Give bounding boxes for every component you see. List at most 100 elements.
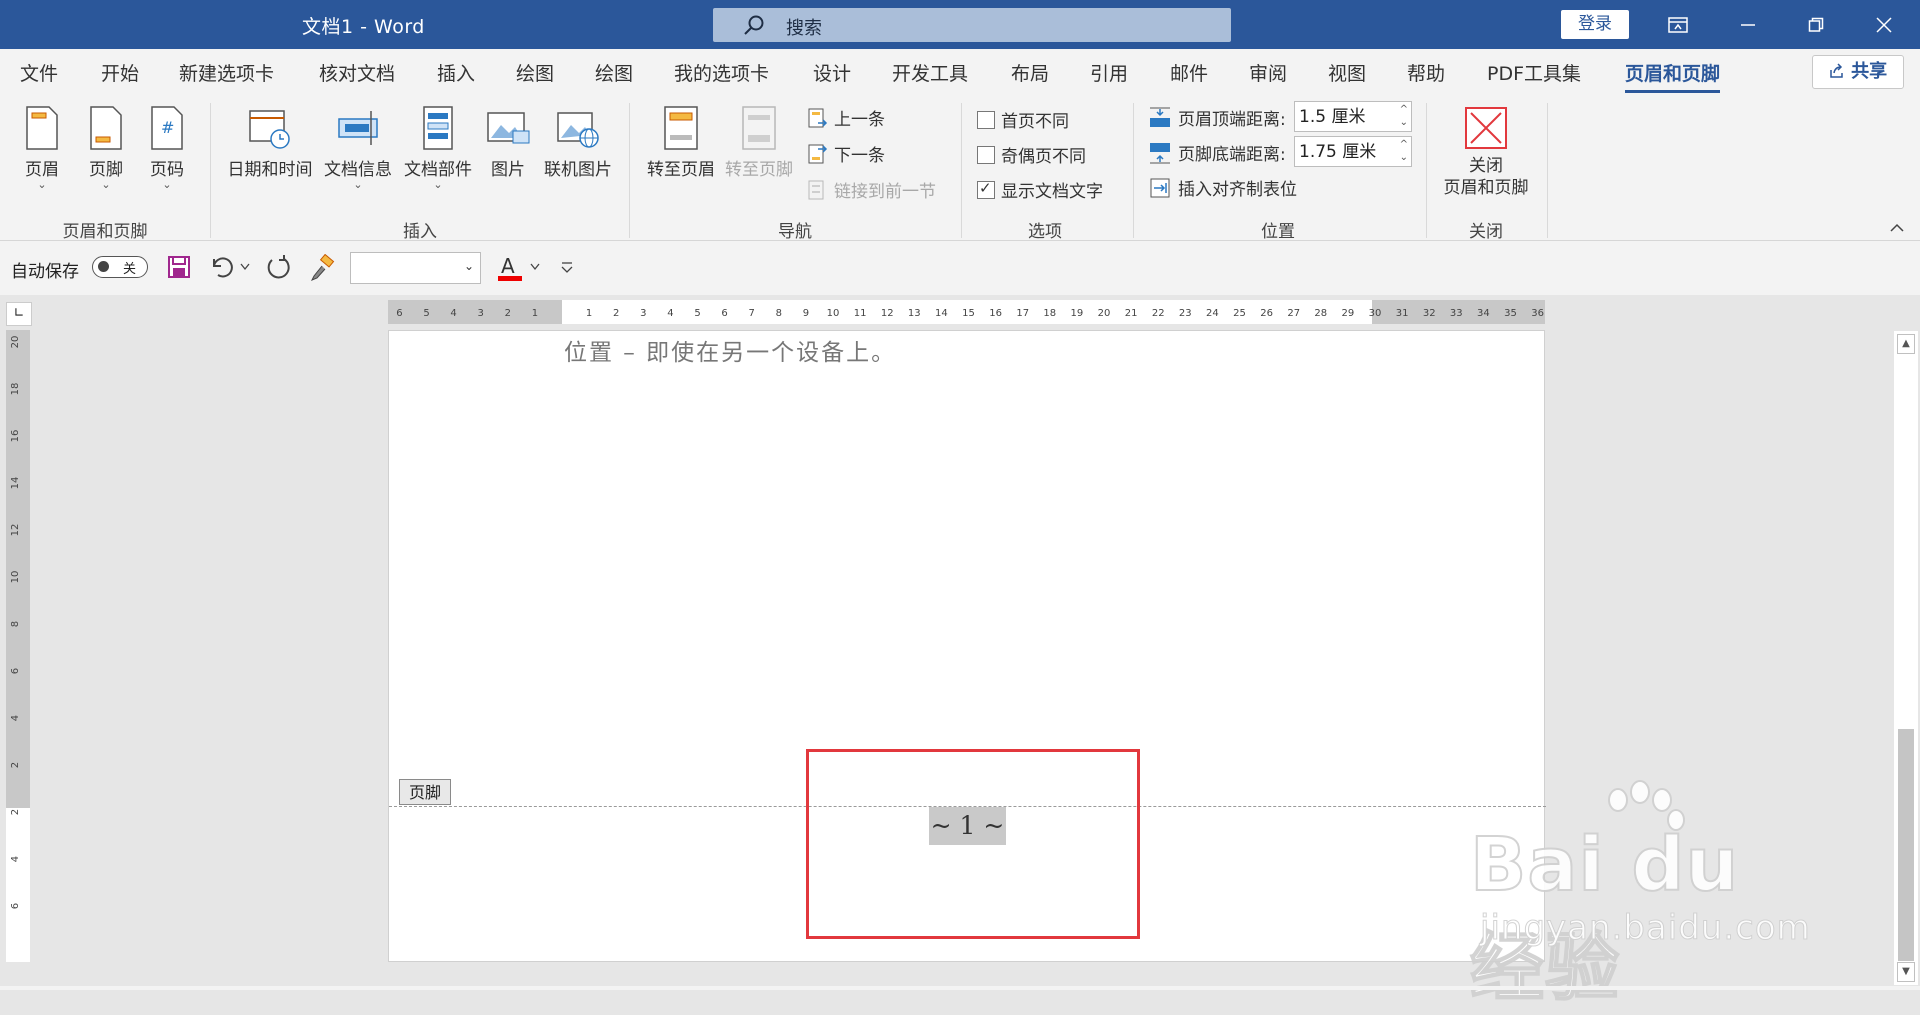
ruler-label: 10 (10, 571, 21, 584)
quickparts-button[interactable]: 文档部件 ⌄ (400, 105, 476, 190)
different-first-page-checkbox[interactable]: 首页不同 (977, 107, 1069, 132)
ruler-label: 2 (10, 762, 21, 768)
autosave-label: 自动保存 (11, 262, 79, 282)
ruler-label: 4 (667, 308, 673, 319)
goto-header-label: 转至页眉 (647, 160, 715, 180)
format-painter-icon[interactable] (308, 254, 336, 282)
checkbox-checked (977, 179, 995, 199)
online-picture-label: 联机图片 (544, 160, 612, 180)
font-color-icon[interactable]: A (496, 254, 524, 282)
ruler-label: 2 (505, 308, 511, 319)
tab-pdf-tools[interactable]: PDF工具集 (1487, 59, 1581, 86)
share-button[interactable]: 共享 (1812, 55, 1904, 89)
tab-file[interactable]: 文件 (20, 59, 58, 86)
ribbon-display-options-button[interactable] (1650, 0, 1706, 49)
datetime-label: 日期和时间 (227, 160, 313, 180)
group-separator (210, 103, 211, 238)
tab-header-footer[interactable]: 页眉和页脚 (1625, 59, 1721, 93)
ruler-label: 4 (10, 856, 21, 862)
tab-design[interactable]: 设计 (813, 59, 851, 86)
tab-layout[interactable]: 布局 (1011, 59, 1049, 86)
scroll-thumb[interactable] (1898, 729, 1914, 961)
scroll-up-button[interactable]: ▲ (1897, 334, 1915, 354)
font-name-combobox[interactable]: ⌄ (350, 252, 481, 284)
ruler-label: 17 (1016, 308, 1029, 319)
tab-check-doc[interactable]: 核对文档 (319, 59, 395, 86)
restore-button[interactable] (1788, 0, 1844, 49)
tab-new-tab[interactable]: 新建选项卡 (179, 59, 274, 86)
ruler-label: 22 (1152, 308, 1165, 319)
login-button[interactable]: 登录 (1561, 10, 1629, 39)
chevron-down-icon: ⌄ (433, 178, 443, 191)
undo-dropdown-icon[interactable] (240, 263, 250, 271)
ruler-label: 1 (586, 308, 592, 319)
ruler-label: 10 (827, 308, 840, 319)
ruler-label: 18 (1043, 308, 1056, 319)
footer-from-bottom-spinner[interactable]: 1.75 厘米 ^ ⌄ (1294, 136, 1412, 167)
different-odd-even-checkbox[interactable]: 奇偶页不同 (977, 142, 1086, 167)
docinfo-button[interactable]: 文档信息 ⌄ (320, 105, 396, 190)
goto-header-button[interactable]: 转至页眉 (643, 105, 719, 180)
footer-button[interactable]: 页脚 ⌄ (84, 105, 128, 190)
tab-help[interactable]: 帮助 (1407, 59, 1445, 86)
chevron-down-icon: ⌄ (162, 178, 172, 191)
tab-draw-2[interactable]: 绘图 (595, 59, 633, 86)
ruler-label: 29 (1342, 308, 1355, 319)
minimize-button[interactable] (1720, 0, 1776, 49)
ruler-label: 9 (803, 308, 809, 319)
ruler-label: 4 (10, 715, 21, 721)
group-label-position: 位置 (1261, 222, 1295, 242)
tab-mailings[interactable]: 邮件 (1170, 59, 1208, 86)
scroll-down-button[interactable]: ▼ (1897, 962, 1915, 982)
ruler-label: 18 (10, 383, 21, 396)
window-title: 文档1 - Word (302, 16, 425, 38)
tab-developer[interactable]: 开发工具 (892, 59, 968, 86)
footer-from-bottom-value: 1.75 厘米 (1299, 142, 1377, 162)
tab-view[interactable]: 视图 (1328, 59, 1366, 86)
header-from-top-spinner[interactable]: 1.5 厘米 ^ ⌄ (1294, 101, 1412, 132)
save-icon[interactable] (166, 254, 192, 280)
close-header-footer-button[interactable]: 关闭 页眉和页脚 (1436, 105, 1536, 199)
horizontal-ruler[interactable]: 6 5 4 3 2 1 1 2 3 4 5 6 7 8 9 10 11 12 13 14 15 16 17 18 19 20 21 2… (388, 300, 1545, 324)
toggle-state: 关 (123, 262, 137, 277)
collapse-ribbon-button[interactable] (1890, 221, 1904, 237)
font-color-dropdown-icon[interactable] (530, 263, 540, 271)
link-previous-button[interactable]: 链接到前一节 (806, 177, 936, 202)
footer-from-bottom-label: 页脚底端距离: (1148, 140, 1286, 165)
ruler-label: 16 (10, 430, 21, 443)
tab-my-tab[interactable]: 我的选项卡 (674, 59, 769, 86)
tab-references[interactable]: 引用 (1090, 59, 1128, 86)
link-previous-label: 链接到前一节 (834, 182, 936, 202)
ruler-label: 2 (613, 308, 619, 319)
show-doc-text-checkbox[interactable]: 显示文档文字 (977, 177, 1103, 202)
customize-qat-icon[interactable] (560, 261, 574, 273)
picture-button[interactable]: 图片 (483, 105, 533, 180)
vertical-scrollbar[interactable]: ▲ ▼ (1894, 331, 1918, 985)
autosave-toggle[interactable]: 关 (92, 256, 148, 278)
tab-selector[interactable]: ∟ (6, 302, 32, 326)
insert-alignment-tab-button[interactable]: 插入对齐制表位 (1148, 175, 1297, 200)
online-picture-button[interactable]: 联机图片 (540, 105, 616, 180)
spinner-arrows-icon[interactable]: ^ ⌄ (1400, 138, 1408, 164)
goto-footer-button[interactable]: 转至页脚 (721, 105, 797, 180)
undo-icon[interactable] (208, 254, 236, 280)
close-window-button[interactable] (1856, 0, 1912, 49)
ruler-label: 15 (962, 308, 975, 319)
toggle-knob (98, 261, 109, 272)
page-number-button[interactable]: # 页码 ⌄ (145, 105, 189, 190)
redo-icon[interactable] (264, 254, 292, 282)
checkbox-unchecked (977, 110, 995, 129)
tab-review[interactable]: 审阅 (1249, 59, 1287, 86)
next-button[interactable]: 下一条 (806, 141, 885, 166)
datetime-button[interactable]: 日期和时间 (225, 105, 315, 180)
header-button[interactable]: 页眉 ⌄ (20, 105, 64, 190)
spinner-arrows-icon[interactable]: ^ ⌄ (1400, 103, 1408, 129)
close-line2: 页眉和页脚 (1443, 178, 1529, 198)
tab-insert[interactable]: 插入 (437, 59, 475, 86)
vertical-ruler[interactable]: 20 18 16 14 12 10 8 6 4 2 2 4 6 (6, 330, 30, 962)
search-box[interactable]: 搜索 (713, 8, 1231, 42)
link-previous-icon (808, 180, 824, 199)
previous-button[interactable]: 上一条 (806, 105, 885, 130)
tab-draw[interactable]: 绘图 (516, 59, 554, 86)
tab-home[interactable]: 开始 (101, 59, 139, 86)
